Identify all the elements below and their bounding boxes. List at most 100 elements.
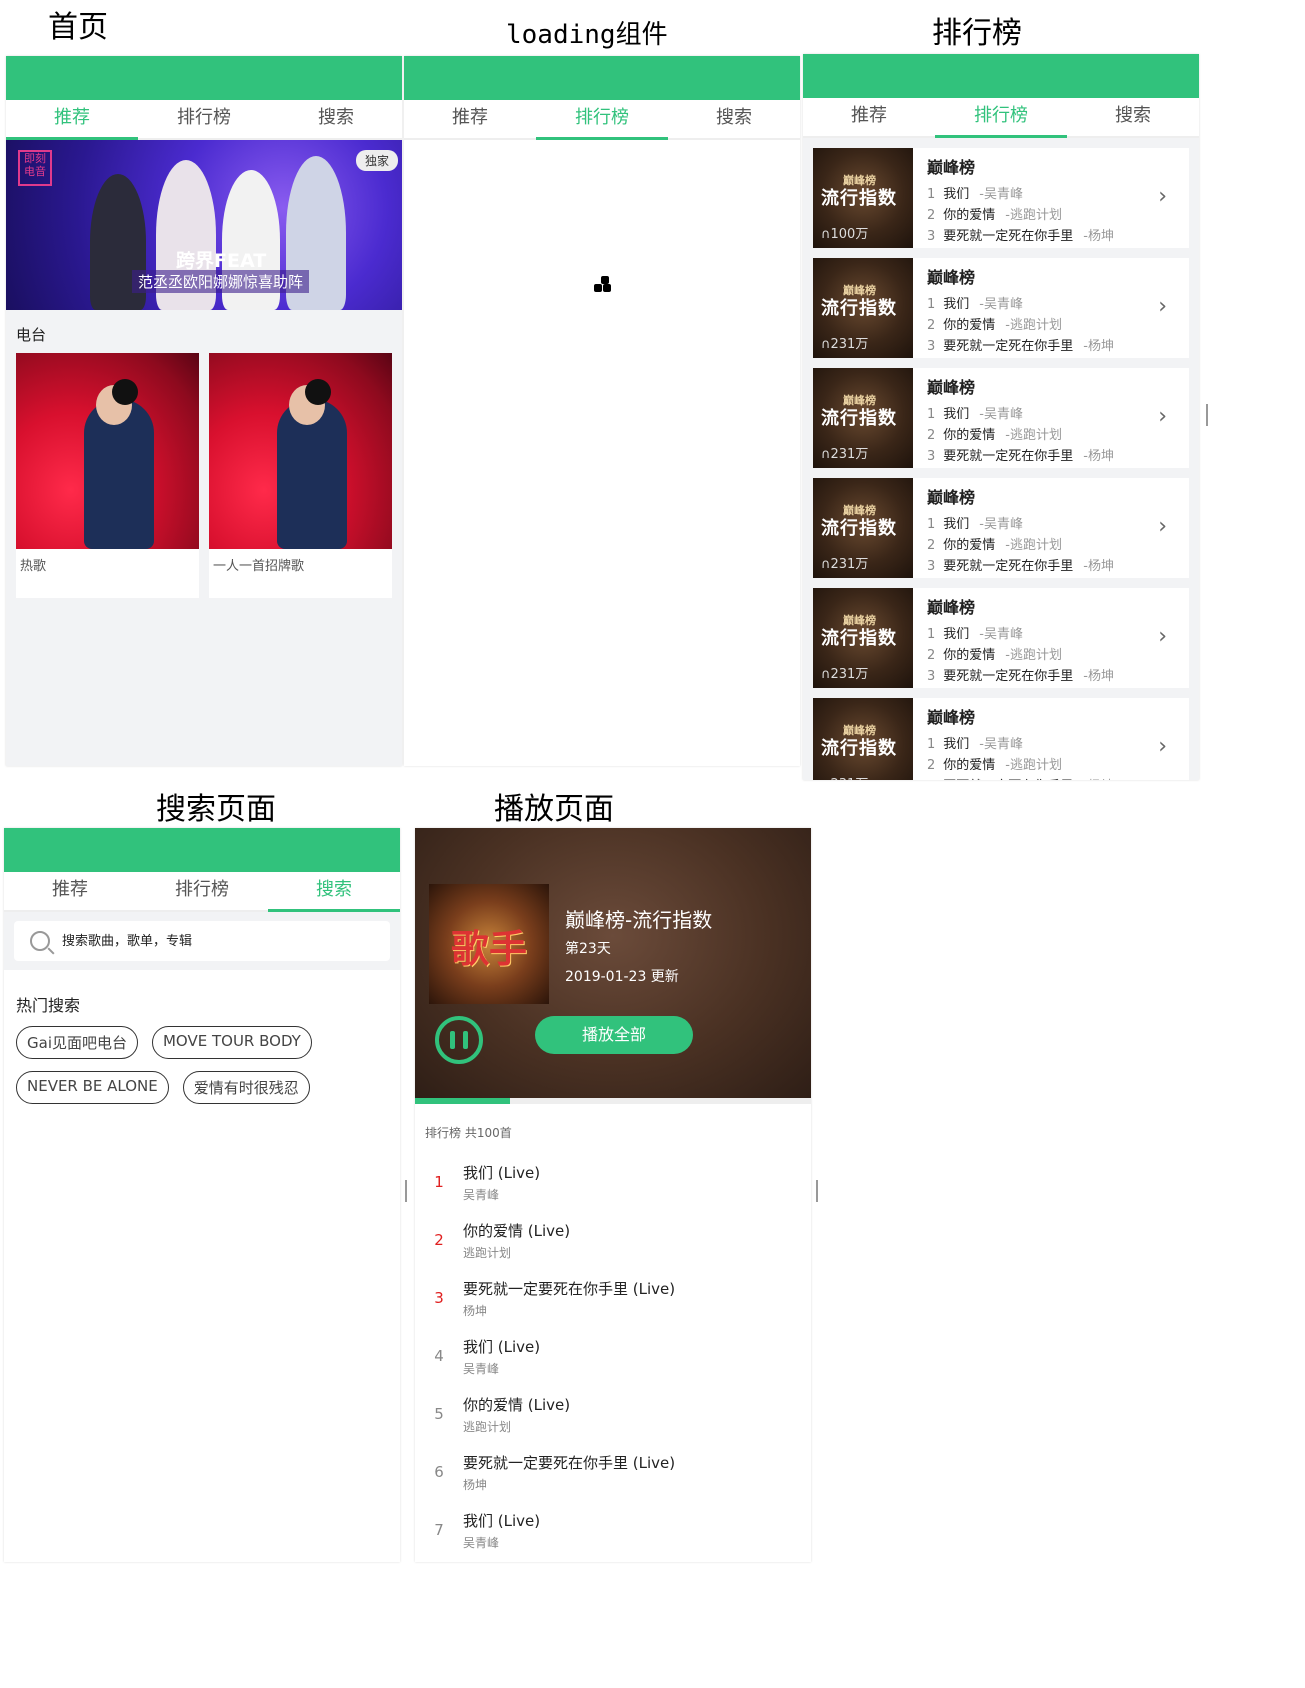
rank-item[interactable]: 巅峰榜 流行指数 ∩100万 巅峰榜 1 我们 -吴青峰 2 你的爱情 -逃跑计划 3 要死就一定死在…	[813, 148, 1189, 248]
rank-item[interactable]: 巅峰榜流行指数 ∩231万 巅峰榜 1 我们 -吴青峰 2 你的爱情 -逃跑计划 3 要死就一定死在…	[813, 698, 1189, 780]
rank-song-name: 你的爱情	[943, 428, 996, 443]
caption-home: 首页	[48, 10, 108, 45]
loading-screen: 推荐 排行榜 搜索	[404, 56, 800, 766]
caption-search: 搜索页面	[156, 792, 276, 827]
song-artist: 逃跑计划	[463, 1419, 512, 1434]
rank-song-number: 1	[927, 517, 936, 532]
tab-search[interactable]: 搜索	[668, 100, 800, 138]
radio-card[interactable]: 一人一首招牌歌	[209, 353, 392, 598]
song-rank-number: 4	[434, 1347, 444, 1365]
tab-ranking[interactable]: 排行榜	[935, 98, 1067, 138]
listen-count-text: 231万	[830, 447, 869, 462]
tab-search[interactable]: 搜索	[270, 100, 402, 138]
song-row[interactable]: 4 我们 (Live) 吴青峰	[415, 1327, 811, 1385]
scrollbar-handle[interactable]	[405, 1180, 407, 1202]
banner-title: 跨界FEAT	[176, 250, 267, 272]
song-name: 我们 (Live)	[463, 1163, 541, 1182]
scrollbar-handle[interactable]	[816, 1180, 818, 1202]
rank-song: 2 你的爱情 -逃跑计划	[927, 425, 1175, 446]
rank-song-name: 我们	[943, 737, 970, 752]
song-rank-number: 3	[434, 1289, 444, 1307]
rank-song-name: 我们	[943, 297, 970, 312]
headphone-icon: ∩	[821, 557, 831, 572]
rank-song-number: 1	[927, 297, 936, 312]
hot-search-tag[interactable]: 爱情有时很残忍	[182, 1071, 310, 1104]
tab-bar: 推荐 排行榜 搜索	[404, 100, 800, 140]
tab-ranking[interactable]: 排行榜	[138, 100, 270, 138]
header-bar	[404, 56, 800, 100]
rank-song-singer: -吴青峰	[979, 517, 1023, 532]
song-meta: 要死就一定要死在你手里 (Live) 杨坤	[463, 1278, 675, 1319]
search-bar	[14, 921, 390, 961]
listen-count-text: 100万	[830, 227, 869, 242]
rank-item[interactable]: 巅峰榜流行指数 ∩231万 巅峰榜 1 我们 -吴青峰 2 你的爱情 -逃跑计划 3 要死就一定死在…	[813, 368, 1189, 468]
tab-recommend[interactable]: 推荐	[404, 100, 536, 138]
rank-listen-count: ∩100万	[821, 223, 868, 242]
playlist-update: 2019-01-23 更新	[565, 969, 679, 985]
rank-song: 1 我们 -吴青峰	[927, 294, 1175, 315]
song-artist: 吴青峰	[463, 1535, 500, 1550]
search-input[interactable]	[60, 932, 364, 950]
pause-icon	[463, 1031, 468, 1049]
rank-info: 巅峰榜 1 我们 -吴青峰 2 你的爱情 -逃跑计划 3 要死就一定死在你手里 -杨坤	[913, 258, 1189, 358]
rank-song: 2 你的爱情 -逃跑计划	[927, 315, 1175, 336]
rank-song-number: 1	[927, 187, 936, 202]
play-all-button[interactable]: 播放全部	[535, 1016, 693, 1054]
radio-section-title: 电台	[16, 326, 47, 344]
ranking-screen: 推荐 排行榜 搜索 巅峰榜 流行指数 ∩100万 巅峰榜 1 我们 -吴青峰 2 你的爱情 -逃跑…	[803, 54, 1199, 780]
rank-song-name: 要死就一定死在你手里	[943, 779, 1073, 780]
song-meta: 要死就一定要死在你手里 (Live) 杨坤	[463, 1452, 675, 1493]
song-rank-number: 6	[434, 1463, 444, 1481]
rank-song: 2 你的爱情 -逃跑计划	[927, 205, 1175, 226]
rank-song-singer: -杨坤	[1083, 339, 1114, 354]
rank-song: 3 要死就一定死在你手里 -杨坤	[927, 666, 1175, 687]
song-row[interactable]: 5 你的爱情 (Live) 逃跑计划	[415, 1385, 811, 1443]
song-list: 1 我们 (Live) 吴青峰 2 你的爱情 (Live) 逃跑计划 3 要死就一定要死在你手…	[415, 1153, 811, 1559]
rank-song-name: 我们	[943, 407, 970, 422]
song-row[interactable]: 7 我们 (Live) 吴青峰	[415, 1501, 811, 1559]
song-row[interactable]: 3 要死就一定要死在你手里 (Live) 杨坤	[415, 1269, 811, 1327]
pause-button[interactable]	[435, 1016, 483, 1064]
rank-song-number: 2	[927, 428, 936, 443]
rank-song-number: 3	[927, 669, 936, 684]
rank-song-singer: -逃跑计划	[1005, 758, 1062, 773]
listen-count-text: 231万	[831, 777, 869, 780]
rank-item[interactable]: 巅峰榜流行指数 ∩231万 巅峰榜 1 我们 -吴青峰 2 你的爱情 -逃跑计划 3 要死就一定死在…	[813, 258, 1189, 358]
tab-recommend[interactable]: 推荐	[803, 98, 935, 136]
rank-cover: 巅峰榜流行指数∩231万	[813, 478, 913, 578]
hot-search-tag[interactable]: NEVER BE ALONE	[16, 1071, 169, 1104]
radio-card[interactable]: 热歌	[16, 353, 199, 598]
song-meta: 我们 (Live) 吴青峰	[463, 1162, 540, 1203]
rank-song-singer: -杨坤	[1083, 449, 1114, 464]
rank-song-singer: -吴青峰	[979, 187, 1023, 202]
rank-cover-title: 流行指数	[821, 298, 897, 319]
tab-ranking[interactable]: 排行榜	[536, 100, 668, 140]
hot-search-tag[interactable]: Gai见面吧电台	[16, 1026, 138, 1059]
song-meta: 我们 (Live) 吴青峰	[463, 1336, 540, 1377]
caption-player: 播放页面	[494, 792, 614, 827]
rank-cover: 巅峰榜 流行指数 ∩100万	[813, 148, 913, 248]
song-row[interactable]: 6 要死就一定要死在你手里 (Live) 杨坤	[415, 1443, 811, 1501]
tab-search[interactable]: 搜索	[1067, 98, 1199, 136]
rank-song-name: 你的爱情	[943, 758, 996, 773]
rank-song: 1 我们 -吴青峰	[927, 514, 1175, 535]
play-progress-bar[interactable]	[415, 1098, 811, 1104]
rank-song-number: 2	[927, 538, 936, 553]
song-rank-number: 5	[434, 1405, 444, 1423]
tab-search[interactable]: 搜索	[268, 872, 400, 912]
rank-item[interactable]: 巅峰榜流行指数 ∩231万 巅峰榜 1 我们 -吴青峰 2 你的爱情 -逃跑计划 3 要死就一定死在…	[813, 588, 1189, 688]
song-meta: 你的爱情 (Live) 逃跑计划	[463, 1220, 570, 1261]
rank-song-name: 要死就一定死在你手里	[943, 669, 1074, 684]
hot-search-tag[interactable]: MOVE TOUR BODY	[151, 1026, 312, 1059]
song-row[interactable]: 1 我们 (Live) 吴青峰	[415, 1153, 811, 1211]
rank-item[interactable]: 巅峰榜流行指数 ∩231万 巅峰榜 1 我们 -吴青峰 2 你的爱情 -逃跑计划 3 要死就一定死在…	[813, 478, 1189, 578]
headphone-icon: ∩	[821, 667, 831, 682]
rank-title: 巅峰榜	[927, 158, 976, 177]
tab-ranking[interactable]: 排行榜	[136, 872, 268, 910]
banner-carousel[interactable]: 即刻电音 独家 跨界FEAT 范丞丞欧阳娜娜惊喜助阵	[6, 140, 402, 310]
tab-recommend[interactable]: 推荐	[6, 100, 138, 140]
scrollbar-handle[interactable]	[1206, 404, 1208, 426]
tab-recommend[interactable]: 推荐	[4, 872, 136, 910]
song-row[interactable]: 2 你的爱情 (Live) 逃跑计划	[415, 1211, 811, 1269]
rank-song-name: 你的爱情	[943, 648, 996, 663]
